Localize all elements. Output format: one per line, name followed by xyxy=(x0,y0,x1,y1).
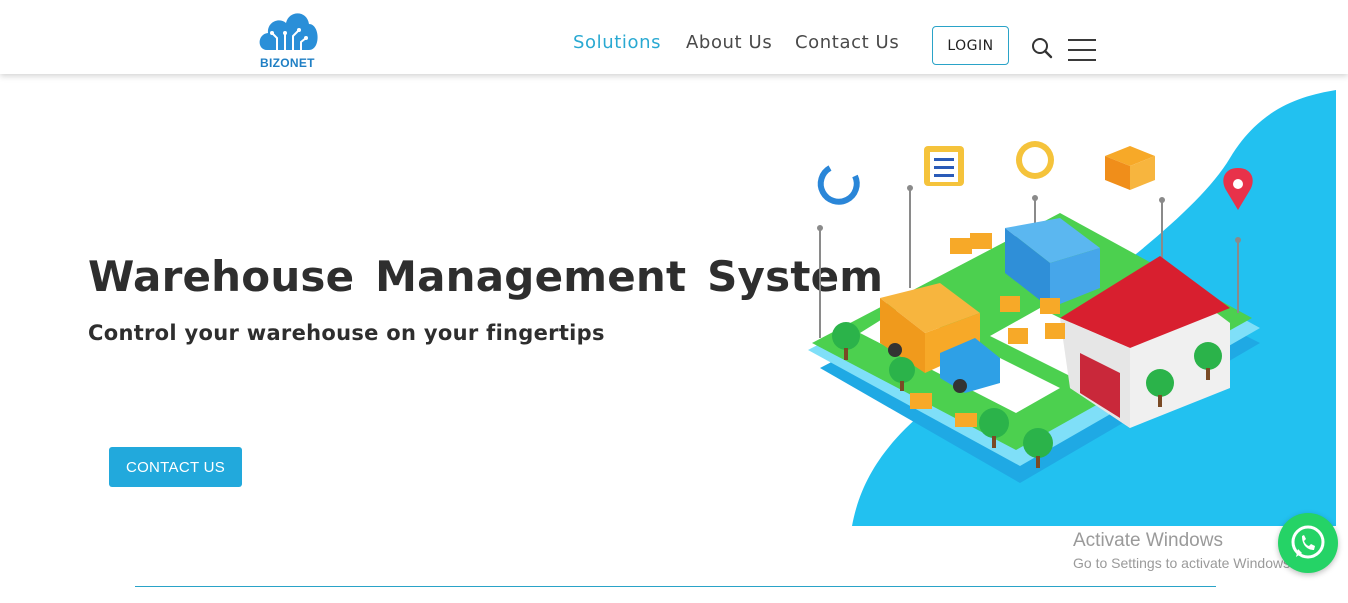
warehouse-illustration xyxy=(760,88,1340,530)
refresh-icon xyxy=(817,165,860,205)
activate-subtitle: Go to Settings to activate Windows. xyxy=(1073,555,1294,571)
search-icon[interactable] xyxy=(1030,36,1054,60)
activate-title: Activate Windows xyxy=(1073,530,1223,551)
nav-solutions[interactable]: Solutions xyxy=(573,32,661,53)
logo[interactable]: BIZONET xyxy=(255,4,321,70)
hamburger-menu-icon[interactable] xyxy=(1068,37,1096,63)
section-divider xyxy=(135,586,1216,587)
nav-contact-us[interactable]: Contact Us xyxy=(795,32,899,53)
hero-subtitle: Control your warehouse on your fingertip… xyxy=(88,321,605,345)
activate-windows-watermark: Activate Windows Go to Settings to activ… xyxy=(1073,530,1294,571)
nav-about-us[interactable]: About Us xyxy=(686,32,772,53)
site-header: BIZONET Solutions About Us Contact Us LO… xyxy=(0,0,1348,74)
contact-us-button[interactable]: CONTACT US xyxy=(109,447,242,487)
whatsapp-icon xyxy=(1291,525,1325,559)
login-button[interactable]: LOGIN xyxy=(932,26,1009,65)
whatsapp-chat-button[interactable] xyxy=(1278,513,1338,573)
logo-text: BIZONET xyxy=(260,56,315,70)
cloud-logo-icon xyxy=(259,13,318,51)
